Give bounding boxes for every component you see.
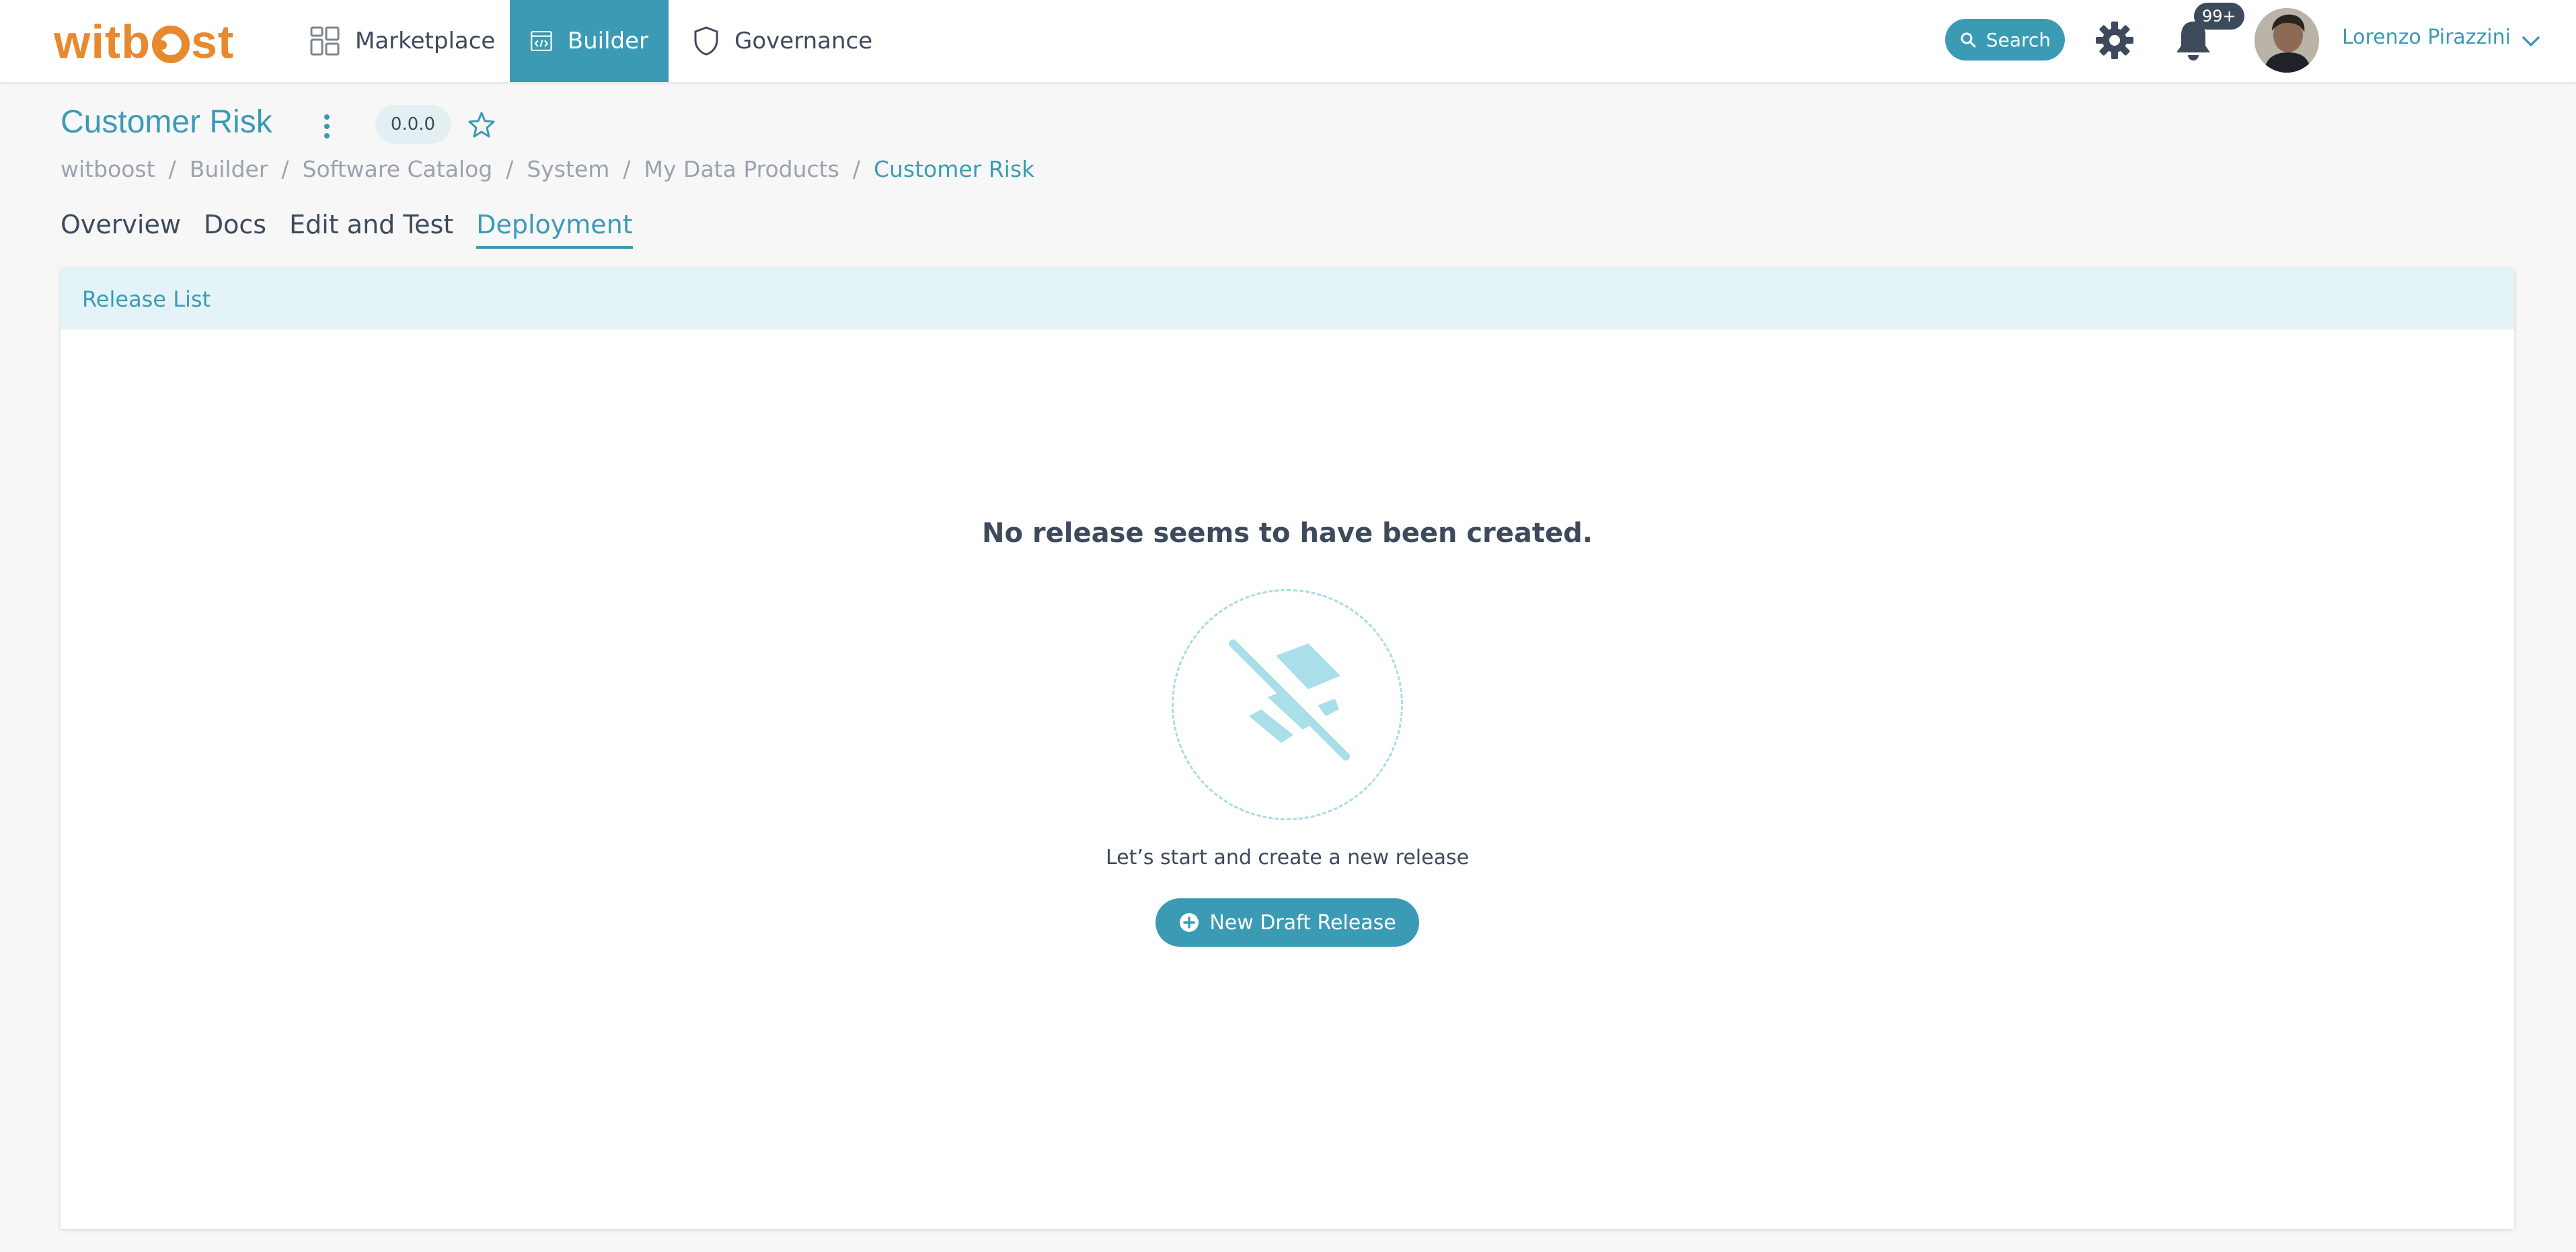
- breadcrumb-separator: /: [852, 156, 860, 182]
- witboost-logo[interactable]: witb st: [54, 15, 234, 69]
- chevron-down-icon[interactable]: [2520, 30, 2542, 52]
- version-chip: 0.0.0: [375, 105, 451, 144]
- empty-state-subtitle: Let’s start and create a new release: [1105, 846, 1470, 869]
- gear-icon[interactable]: [2093, 19, 2136, 62]
- new-draft-release-button[interactable]: New Draft Release: [1156, 898, 1419, 947]
- user-name[interactable]: Lorenzo Pirazzini: [2342, 26, 2511, 49]
- nav-builder-label: Builder: [567, 28, 648, 54]
- breadcrumb-item-my-data-products[interactable]: My Data Products: [644, 156, 839, 182]
- nav-builder[interactable]: Builder: [510, 0, 669, 82]
- breadcrumb-item-system[interactable]: System: [527, 156, 609, 182]
- tab-docs[interactable]: Docs: [204, 210, 266, 249]
- top-bar: witb st Marketplace Builder Governance S…: [0, 0, 2576, 82]
- release-list-title: Release List: [82, 286, 211, 312]
- tab-overview[interactable]: Overview: [61, 210, 181, 249]
- notification-badge: 99+: [2194, 3, 2244, 30]
- search-button[interactable]: Search: [1945, 19, 2065, 61]
- nav-marketplace-label: Marketplace: [355, 28, 496, 54]
- tab-edit-and-test[interactable]: Edit and Test: [289, 210, 453, 249]
- logo-text-end: st: [190, 15, 235, 68]
- new-draft-release-label: New Draft Release: [1209, 910, 1396, 935]
- breadcrumb-separator: /: [168, 156, 176, 182]
- breadcrumb-item-software-catalog[interactable]: Software Catalog: [303, 156, 493, 182]
- nav-marketplace[interactable]: Marketplace: [289, 0, 515, 82]
- shield-icon: [694, 26, 718, 56]
- breadcrumb-separator: /: [281, 156, 289, 182]
- search-icon: [1961, 32, 1976, 48]
- breadcrumb-item-current: Customer Risk: [873, 156, 1035, 182]
- logo-ring: [151, 26, 190, 63]
- breadcrumb: witboost / Builder / Software Catalog / …: [61, 156, 1034, 182]
- breadcrumb-separator: /: [506, 156, 514, 182]
- nav-governance-label: Governance: [734, 28, 873, 54]
- empty-state-illustration: [1172, 589, 1403, 820]
- star-icon[interactable]: [467, 110, 496, 140]
- grid-icon: [310, 26, 340, 56]
- empty-state-title: No release seems to have been created.: [982, 518, 1593, 549]
- user-photo-icon: [2255, 8, 2319, 73]
- avatar[interactable]: [2255, 8, 2319, 73]
- breadcrumb-item-witboost[interactable]: witboost: [61, 156, 155, 182]
- breadcrumb-item-builder[interactable]: Builder: [190, 156, 268, 182]
- breadcrumb-separator: /: [623, 156, 631, 182]
- release-list-header: Release List: [61, 269, 2514, 329]
- layers-off-icon: [1229, 639, 1350, 760]
- tab-bar: Overview Docs Edit and Test Deployment: [61, 210, 656, 249]
- logo-text-start: witb: [54, 15, 151, 68]
- search-button-label: Search: [1985, 28, 2051, 51]
- page-title: Customer Risk: [61, 104, 272, 140]
- code-window-icon: [531, 30, 552, 52]
- plus-circle-icon: [1180, 913, 1199, 932]
- kebab-icon[interactable]: [319, 112, 335, 141]
- tab-deployment[interactable]: Deployment: [476, 210, 633, 249]
- nav-governance[interactable]: Governance: [673, 0, 893, 82]
- release-list-card: Release List No release seems to have be…: [61, 269, 2514, 1229]
